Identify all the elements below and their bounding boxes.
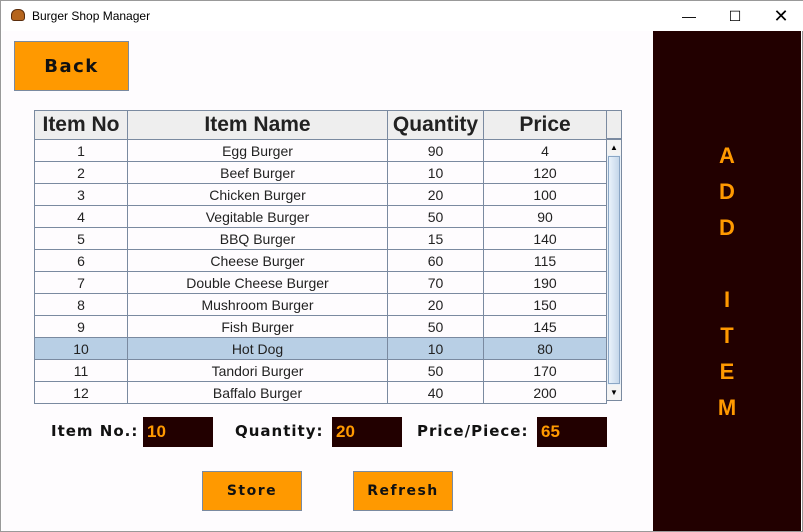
table-cell[interactable]: Baffalo Burger <box>127 381 388 404</box>
scrollbar-thumb[interactable] <box>608 156 620 384</box>
table-cell[interactable]: Mushroom Burger <box>127 293 388 316</box>
store-button[interactable]: Store <box>202 471 302 511</box>
table-row[interactable]: 4 Vegitable Burger 50 90 <box>34 205 607 228</box>
item-no-field[interactable] <box>143 417 213 447</box>
table-cell[interactable]: Hot Dog <box>127 337 388 360</box>
scroll-up-icon[interactable]: ▲ <box>607 140 621 155</box>
table-row[interactable]: 8 Mushroom Burger 20 150 <box>34 293 607 316</box>
table-cell[interactable]: 2 <box>34 161 128 184</box>
title-bar: Burger Shop Manager — ☐ ✕ <box>1 1 803 31</box>
table-cell[interactable]: 120 <box>483 161 607 184</box>
minimize-button[interactable]: — <box>666 1 712 31</box>
table-row[interactable]: 9 Fish Burger 50 145 <box>34 315 607 338</box>
table-cell[interactable]: 140 <box>483 227 607 250</box>
close-button[interactable]: ✕ <box>758 1 803 31</box>
table-cell[interactable]: 15 <box>387 227 484 250</box>
table-cell[interactable]: Double Cheese Burger <box>127 271 388 294</box>
table-cell[interactable]: 4 <box>483 139 607 162</box>
table-cell[interactable]: 5 <box>34 227 128 250</box>
table-scrollbar[interactable]: ▲ ▼ <box>606 139 622 401</box>
table-cell[interactable]: 20 <box>387 183 484 206</box>
table-cell[interactable]: 12 <box>34 381 128 404</box>
quantity-field[interactable] <box>332 417 402 447</box>
price-field[interactable] <box>537 417 607 447</box>
panel-letter: A <box>719 143 735 168</box>
table-cell[interactable]: 100 <box>483 183 607 206</box>
table-cell[interactable]: 170 <box>483 359 607 382</box>
table-cell[interactable]: 50 <box>387 315 484 338</box>
table-cell[interactable]: 10 <box>387 161 484 184</box>
items-table: Item No Item Name Quantity Price 1 Egg Bu… <box>34 110 607 404</box>
price-label: Price/Piece: <box>417 422 529 440</box>
window-title: Burger Shop Manager <box>32 9 151 23</box>
table-cell[interactable]: Egg Burger <box>127 139 388 162</box>
table-cell[interactable]: 190 <box>483 271 607 294</box>
quantity-label: Quantity: <box>235 422 324 440</box>
table-cell[interactable]: 3 <box>34 183 128 206</box>
table-cell[interactable]: 90 <box>483 205 607 228</box>
panel-letter: D <box>719 179 735 204</box>
table-cell[interactable]: Tandori Burger <box>127 359 388 382</box>
panel-letter: T <box>720 323 734 348</box>
table-cell[interactable]: 10 <box>34 337 128 360</box>
burger-icon <box>11 9 25 21</box>
column-header-price[interactable]: Price <box>483 110 607 140</box>
table-cell[interactable]: 6 <box>34 249 128 272</box>
table-cell[interactable]: 115 <box>483 249 607 272</box>
table-cell[interactable]: 40 <box>387 381 484 404</box>
table-cell[interactable]: 150 <box>483 293 607 316</box>
maximize-button[interactable]: ☐ <box>712 1 758 31</box>
table-row[interactable]: 3 Chicken Burger 20 100 <box>34 183 607 206</box>
table-cell[interactable]: Beef Burger <box>127 161 388 184</box>
table-row[interactable]: 6 Cheese Burger 60 115 <box>34 249 607 272</box>
table-cell[interactable]: 90 <box>387 139 484 162</box>
table-cell[interactable]: 60 <box>387 249 484 272</box>
table-row[interactable]: 10 Hot Dog 10 80 <box>34 337 607 360</box>
table-cell[interactable]: Cheese Burger <box>127 249 388 272</box>
table-cell[interactable]: 9 <box>34 315 128 338</box>
table-cell[interactable]: Fish Burger <box>127 315 388 338</box>
table-cell[interactable]: 7 <box>34 271 128 294</box>
panel-letter: I <box>723 287 731 312</box>
column-header-quantity[interactable]: Quantity <box>387 110 484 140</box>
panel-letter: E <box>719 359 735 384</box>
item-no-label: Item No.: <box>51 422 139 440</box>
add-item-panel: A D D I T E M <box>653 31 801 531</box>
table-row[interactable]: 11 Tandori Burger 50 170 <box>34 359 607 382</box>
table-cell[interactable]: 11 <box>34 359 128 382</box>
table-cell[interactable]: Chicken Burger <box>127 183 388 206</box>
table-cell[interactable]: 145 <box>483 315 607 338</box>
table-cell[interactable]: 50 <box>387 359 484 382</box>
table-cell[interactable]: 50 <box>387 205 484 228</box>
table-row[interactable]: 12 Baffalo Burger 40 200 <box>34 381 607 404</box>
table-cell[interactable]: 80 <box>483 337 607 360</box>
table-row[interactable]: 5 BBQ Burger 15 140 <box>34 227 607 250</box>
column-header-item-name[interactable]: Item Name <box>127 110 388 140</box>
table-cell[interactable]: 1 <box>34 139 128 162</box>
table-corner <box>606 110 622 139</box>
table-cell[interactable]: 4 <box>34 205 128 228</box>
table-cell[interactable]: 10 <box>387 337 484 360</box>
table-row[interactable]: 7 Double Cheese Burger 70 190 <box>34 271 607 294</box>
table-row[interactable]: 1 Egg Burger 90 4 <box>34 139 607 162</box>
panel-letter: M <box>717 395 737 420</box>
panel-letter: D <box>719 215 735 240</box>
table-cell[interactable]: BBQ Burger <box>127 227 388 250</box>
table-cell[interactable]: 70 <box>387 271 484 294</box>
back-button[interactable]: Back <box>14 41 129 91</box>
column-header-item-no[interactable]: Item No <box>34 110 128 140</box>
table-cell[interactable]: 20 <box>387 293 484 316</box>
table-cell[interactable]: 200 <box>483 381 607 404</box>
scroll-down-icon[interactable]: ▼ <box>607 385 621 400</box>
table-cell[interactable]: 8 <box>34 293 128 316</box>
table-cell[interactable]: Vegitable Burger <box>127 205 388 228</box>
table-row[interactable]: 2 Beef Burger 10 120 <box>34 161 607 184</box>
refresh-button[interactable]: Refresh <box>353 471 453 511</box>
